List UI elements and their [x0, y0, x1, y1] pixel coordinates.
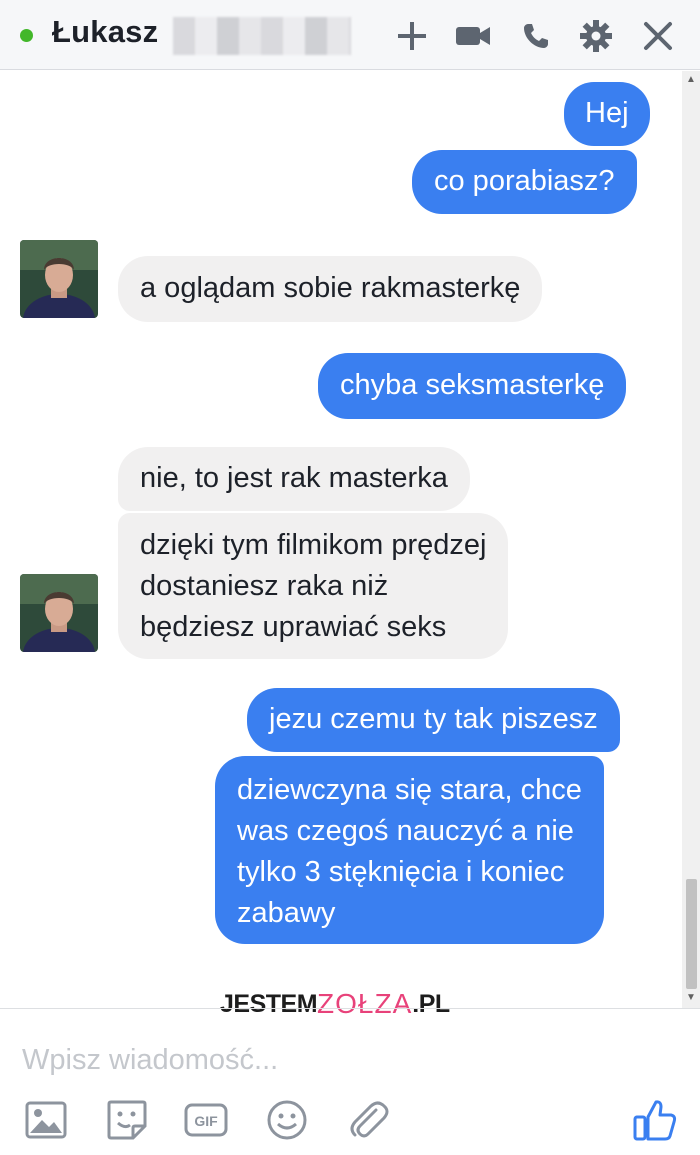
message-line: zabawy [237, 897, 336, 929]
contact-name[interactable]: Łukasz [52, 14, 158, 50]
site-watermark: JESTEM ZOŁZA .PL [220, 980, 468, 1028]
watermark-part2: ZOŁZA [317, 988, 413, 1019]
message-line: was czegoś nauczyć a nie [237, 815, 574, 847]
gif-label: GIF [194, 1113, 218, 1129]
sticker-icon[interactable] [103, 1096, 151, 1144]
message-bubble-incoming[interactable]: a oglądam sobie rakmasterkę [118, 256, 543, 322]
blurred-surname [173, 17, 351, 55]
scroll-down-arrow[interactable]: ▼ [686, 993, 696, 1003]
scroll-thumb[interactable] [686, 879, 697, 989]
message-bubble-incoming[interactable]: dzięki tym filmikom prędzej dostaniesz r… [118, 513, 509, 659]
message-line: dostaniesz raka niż [140, 570, 389, 602]
message-line: dzięki tym filmikom prędzej [140, 529, 487, 561]
message-text: co porabiasz? [434, 165, 615, 197]
message-text: jezu czemu ty tak piszesz [269, 703, 598, 735]
phone-icon[interactable] [516, 16, 556, 56]
message-bubble-outgoing[interactable]: dziewczyna się stara, chce was czegoś na… [215, 756, 604, 944]
message-bubble-outgoing[interactable]: Hej [564, 82, 650, 146]
composer-divider [0, 1008, 700, 1009]
message-line: będziesz uprawiać seks [140, 611, 447, 643]
gear-icon[interactable] [576, 16, 616, 56]
watermark-part1: JESTEM [220, 989, 318, 1018]
message-text: chyba seksmasterkę [340, 369, 605, 401]
message-text: a oglądam sobie rakmasterkę [140, 272, 521, 304]
like-thumb-icon[interactable] [630, 1096, 680, 1144]
message-input[interactable] [22, 1040, 662, 1080]
watermark-part3: .PL [412, 989, 450, 1018]
message-bubble-outgoing[interactable]: chyba seksmasterkę [318, 353, 627, 419]
photo-icon[interactable] [22, 1096, 70, 1144]
message-bubble-outgoing[interactable]: co porabiasz? [412, 150, 637, 214]
message-bubble-outgoing[interactable]: jezu czemu ty tak piszesz [247, 688, 620, 752]
emoji-icon[interactable] [263, 1096, 311, 1144]
message-scrollbar[interactable]: ▲ ▼ [682, 71, 700, 1008]
close-icon[interactable] [638, 16, 678, 56]
message-bubble-incoming[interactable]: nie, to jest rak masterka [118, 447, 470, 511]
video-call-icon[interactable] [453, 16, 493, 56]
message-line: dziewczyna się stara, chce [237, 774, 582, 806]
message-line: tylko 3 stęknięcia i koniec [237, 856, 565, 888]
message-text: nie, to jest rak masterka [140, 462, 448, 494]
gif-icon[interactable]: GIF [182, 1096, 230, 1144]
scroll-up-arrow[interactable]: ▲ [686, 75, 696, 85]
contact-avatar[interactable] [20, 240, 98, 318]
contact-avatar[interactable] [20, 574, 98, 652]
chat-header: Łukasz [0, 0, 700, 70]
attachment-icon[interactable] [344, 1096, 392, 1144]
online-status-dot [20, 29, 33, 42]
add-person-icon[interactable] [392, 16, 432, 56]
message-text: Hej [585, 97, 629, 129]
